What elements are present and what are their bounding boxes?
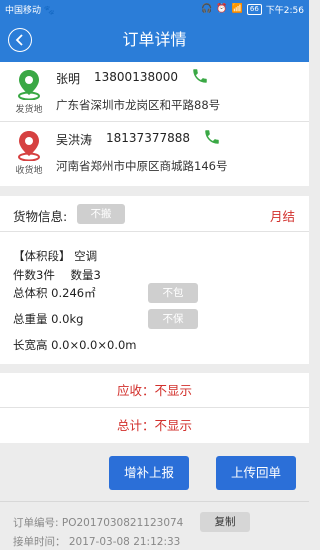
location-pin-icon [18, 131, 40, 161]
goods-card: 货物信息: 不搬 月结 【体积段】 空调 件数3件 数量3 总体积 0.246㎡… [0, 196, 309, 364]
clock-time: 下午2:56 [265, 5, 304, 16]
goods-total-weight: 总重量 0.0kg [13, 312, 84, 326]
alarm-icon: ⏰ [216, 4, 228, 14]
goods-quantity: 数量3 [70, 268, 101, 282]
receiver-contact: 吴洪涛 18137377888 [56, 131, 190, 148]
goods-total-volume: 总体积 0.246㎡ [13, 286, 96, 300]
status-bar: 中国移动 🐾 🎧 ⏰ 📶 66 下午2:56 [0, 0, 309, 18]
location-pin-icon [18, 70, 40, 100]
insure-tag: 不保 [148, 309, 198, 329]
address-card: 发货地 张明 13800138000 广东省深圳市龙岗区和平路88号 收货地 吴… [0, 62, 309, 186]
sender-phone: 13800138000 [94, 70, 178, 84]
order-time: 接单时间： 2017-03-08 21:12:33 [13, 536, 181, 548]
carrier-label: 中国移动 🐾 [5, 5, 56, 16]
sender-contact: 张明 13800138000 [56, 70, 178, 87]
nav-bar: 订单详情 [0, 18, 309, 62]
order-number: 订单编号: PO2017030821123074 [13, 517, 184, 529]
goods-category: 【体积段】 空调 [13, 249, 98, 263]
total-amount: 总计：不显示 [116, 418, 192, 433]
moving-status-tag: 不搬 [77, 204, 125, 224]
page-title: 订单详情 [122, 30, 187, 49]
totals-card: 应收：不显示 总计：不显示 [0, 373, 309, 443]
receivable-amount: 应收：不显示 [0, 373, 309, 408]
phone-icon[interactable] [203, 128, 221, 146]
phone-icon[interactable] [191, 67, 209, 85]
battery-icon: 66 [246, 3, 262, 15]
receiver-pin-label: 收货地 [15, 166, 43, 176]
goods-count-row: 件数3件 数量3 [13, 267, 101, 283]
sender-name: 张明 [56, 72, 81, 86]
supplement-report-button[interactable]: 增补上报 [109, 456, 189, 490]
goods-count: 件数3件 [13, 268, 55, 282]
upload-receipt-button[interactable]: 上传回单 [216, 456, 296, 490]
wifi-icon: 📶 [231, 4, 243, 14]
copy-button[interactable]: 复制 [200, 512, 250, 532]
goods-dimensions: 长宽高 0.0×0.0×0.0m [13, 338, 137, 352]
goods-label: 货物信息: [13, 209, 68, 224]
receiver-pin: 收货地 [11, 129, 47, 177]
goods-header: 货物信息: 不搬 月结 [0, 196, 309, 232]
sender-pin: 发货地 [11, 68, 47, 116]
sender-row: 发货地 张明 13800138000 广东省深圳市龙岗区和平路88号 [0, 62, 309, 122]
headphone-icon: 🎧 [201, 4, 213, 14]
receiver-row: 收货地 吴洪涛 18137377888 河南省郑州市中原区商城路146号 [0, 123, 309, 183]
sender-pin-label: 发货地 [15, 105, 43, 115]
receiver-name: 吴洪涛 [56, 133, 93, 147]
receiver-address: 河南省郑州市中原区商城路146号 [56, 159, 228, 173]
receiver-phone: 18137377888 [106, 131, 190, 145]
divider [0, 501, 309, 502]
settlement-type: 月结 [269, 209, 295, 224]
pack-tag: 不包 [148, 283, 198, 303]
sender-address: 广东省深圳市龙岗区和平路88号 [56, 98, 221, 112]
